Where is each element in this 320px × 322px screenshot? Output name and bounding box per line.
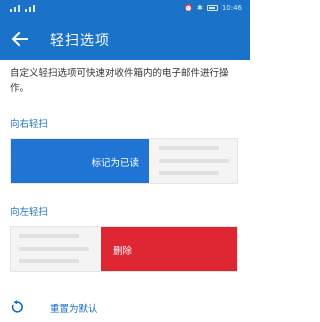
reset-label: 重置为默认 (50, 304, 98, 315)
status-bar: ⏰ ✱ 10:46 (0, 0, 250, 18)
battery-icon (206, 5, 218, 11)
mark-read-label: 标记为已读 (91, 158, 139, 169)
placeholder-line (19, 234, 79, 238)
mark-read-action: 标记为已读 (11, 139, 149, 183)
signal-icon (10, 5, 35, 12)
placeholder-line (19, 247, 89, 251)
placeholder-line (159, 159, 229, 163)
swipe-left-option[interactable]: 删除 (10, 226, 238, 272)
swipe-right-option[interactable]: 标记为已读 (10, 138, 238, 184)
alarm-icon: ⏰ (184, 4, 193, 12)
reset-icon (11, 300, 23, 313)
swipe-right-label: 向右轻扫 (10, 119, 49, 130)
arrow-left-icon[interactable] (10, 29, 30, 49)
swipe-left-label: 向左轻扫 (10, 207, 49, 218)
app-bar: 轻扫选项 (0, 18, 250, 60)
placeholder-line (159, 171, 219, 175)
description-text: 自定义轻扫选项可快速对收件箱内的电子邮件进行操作。 (10, 68, 229, 94)
status-time: 10:46 (221, 4, 242, 12)
page-title: 轻扫选项 (50, 33, 110, 49)
bluetooth-icon: ✱ (196, 4, 203, 12)
placeholder-line (19, 259, 79, 263)
reset-to-default-button[interactable]: 重置为默认 (10, 298, 130, 316)
placeholder-line (159, 146, 219, 150)
delete-label: 删除 (113, 246, 133, 257)
delete-action: 删除 (101, 227, 237, 271)
